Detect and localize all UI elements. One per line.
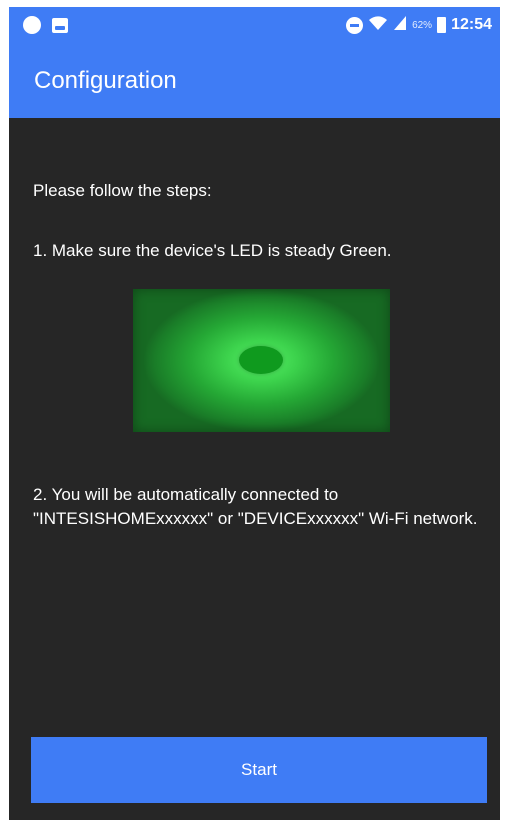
instructions-intro: Please follow the steps:: [33, 181, 212, 200]
do-not-disturb-icon: [346, 16, 364, 34]
wifi-icon: [368, 15, 388, 35]
status-bar-notifications: [23, 16, 68, 34]
app-bar: Configuration: [9, 43, 500, 118]
page-title: Configuration: [34, 67, 177, 94]
led-image: [133, 289, 390, 432]
step-2-text: 2. You will be automatically connected t…: [33, 485, 478, 528]
photo-notification-icon: [52, 17, 68, 33]
circle-notification-icon: [23, 16, 41, 34]
status-bar-system-icons: 62% 12:54: [346, 13, 492, 37]
signal-icon: [393, 15, 407, 35]
battery-percent: 62%: [412, 19, 433, 31]
app-screen: 62% 12:54 Configuration Please follow th…: [9, 7, 500, 820]
step-1-text: 1. Make sure the device's LED is steady …: [33, 241, 392, 260]
start-button[interactable]: Start: [31, 737, 487, 803]
status-time: 12:54: [451, 16, 492, 33]
status-bar: 62% 12:54: [9, 7, 500, 43]
led-indicator-icon: [239, 346, 283, 374]
battery-icon: [437, 17, 447, 33]
